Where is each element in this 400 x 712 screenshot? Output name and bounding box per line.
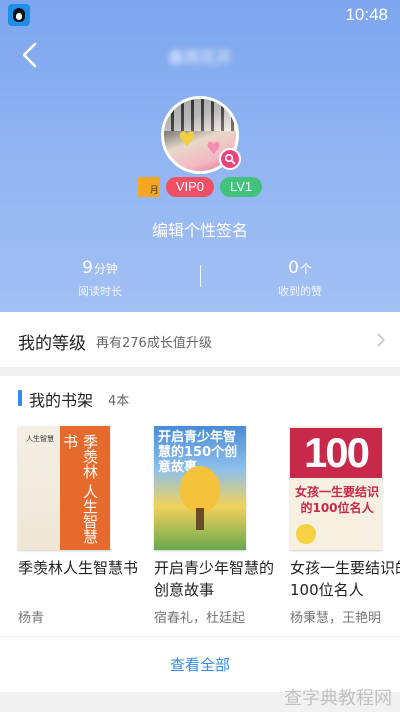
book-item[interactable]: 开启青少年智慧的150个创意故事 开启青少年智慧的创意故事 宿春礼，杜廷起 <box>154 426 274 626</box>
book-title[interactable]: 开启青少年智慧的创意故事 <box>154 557 284 601</box>
my-level-row[interactable]: 我的等级 再有276成长值升级 <box>0 312 400 368</box>
likes-label: 收到的赞 <box>278 285 322 298</box>
badge-row: 月 VIP0 LV1 <box>0 177 400 199</box>
vip-badge[interactable]: VIP0 <box>165 177 214 197</box>
avatar[interactable]: ♥ ♥ <box>161 96 241 174</box>
level-title: 我的等级 <box>18 334 86 354</box>
cover-number: 100 <box>290 428 382 478</box>
reading-time-value: 9 <box>82 258 93 278</box>
bookshelf-count: 4本 <box>108 394 130 409</box>
book-author: 杨青 <box>18 611 45 626</box>
edit-signature-link[interactable]: 编辑个性签名 <box>0 217 400 241</box>
search-icon[interactable] <box>219 148 241 170</box>
book-item[interactable]: 人生智慧 季羡林 人生智慧书 季羡林人生智慧书 杨青 <box>18 426 138 626</box>
likes-unit: 个 <box>299 262 312 276</box>
book-author: 杨秉慧，王艳明 <box>290 611 382 626</box>
bookshelf-title: 我的书架 <box>29 391 94 410</box>
chevron-right-icon <box>376 332 386 348</box>
book-cover[interactable]: 开启青少年智慧的150个创意故事 <box>154 426 246 550</box>
book-author: 宿春礼，杜廷起 <box>154 611 246 626</box>
cover-title: 季羡林 人生智慧书 <box>61 434 99 544</box>
monthly-book-icon: 月 <box>137 177 160 197</box>
likes-stat[interactable]: 0个 收到的赞 <box>200 258 400 299</box>
section-divider <box>0 368 400 376</box>
book-item[interactable]: 100 女孩一生要结识的100位名人 女孩一生要结识的100位名人 杨秉慧，王艳… <box>290 426 400 626</box>
book-cover[interactable]: 人生智慧 季羡林 人生智慧书 <box>18 426 110 550</box>
reading-time-unit: 分钟 <box>93 262 118 276</box>
book-cover[interactable]: 100 女孩一生要结识的100位名人 <box>290 426 382 550</box>
status-bar: 10:48 <box>0 0 400 30</box>
page-title: 春雨花开 <box>167 48 232 67</box>
likes-value: 0 <box>288 258 299 278</box>
level-subtitle: 再有276成长值升级 <box>96 336 212 351</box>
heart-icon: ♥ <box>178 127 196 151</box>
cover-title: 女孩一生要结识的100位名人 <box>294 485 379 515</box>
profile-header: 10:48 春雨花开 ♥ ♥ 月 VIP0 LV1 编辑个性签名 9分钟 阅读时… <box>0 0 400 312</box>
level-badge[interactable]: LV1 <box>220 177 263 197</box>
cover-small-text: 人生智慧 <box>26 435 54 443</box>
reading-time-label: 阅读时长 <box>78 285 122 298</box>
back-arrow-icon[interactable] <box>16 40 46 70</box>
watermark: 查字典教程网 <box>284 688 392 709</box>
section-accent-bar <box>18 390 22 406</box>
reading-time-stat[interactable]: 9分钟 阅读时长 <box>0 258 200 299</box>
qq-app-icon <box>8 4 30 26</box>
book-title[interactable]: 季羡林人生智慧书 <box>18 557 148 601</box>
status-time: 10:48 <box>345 5 388 24</box>
book-title[interactable]: 女孩一生要结识的100位名人 <box>290 557 400 601</box>
